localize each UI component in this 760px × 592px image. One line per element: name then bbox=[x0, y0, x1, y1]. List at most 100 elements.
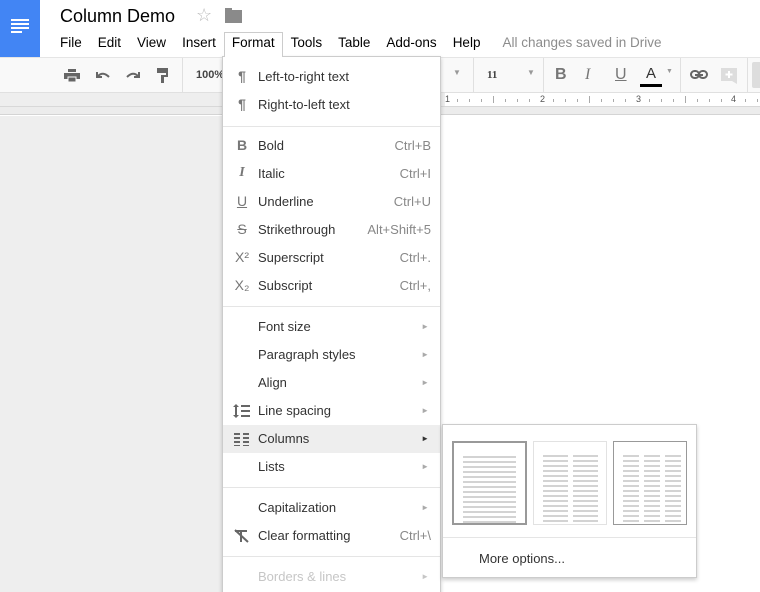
submenu-arrow-icon: ► bbox=[421, 572, 429, 581]
preview-line bbox=[665, 510, 681, 512]
save-status[interactable]: All changes saved in Drive bbox=[488, 32, 661, 56]
ruler-tick bbox=[685, 96, 686, 103]
menu-item-underline[interactable]: U Underline Ctrl+U bbox=[223, 188, 440, 216]
zoom-select[interactable]: 100% bbox=[196, 69, 224, 81]
menu-separator bbox=[223, 556, 440, 557]
menu-add-ons[interactable]: Add-ons bbox=[378, 32, 444, 56]
preview-line bbox=[623, 480, 639, 482]
ruler-tick bbox=[529, 99, 530, 102]
preview-line bbox=[463, 486, 516, 488]
preview-line bbox=[665, 475, 681, 477]
more-toolbar-button[interactable] bbox=[752, 62, 760, 88]
preview-line bbox=[623, 520, 639, 522]
ruler-tick bbox=[505, 99, 506, 102]
font-size-select[interactable]: 11 bbox=[487, 69, 497, 81]
menu-separator bbox=[223, 126, 440, 127]
clear-formatting-icon bbox=[234, 529, 249, 543]
folder-icon[interactable] bbox=[225, 8, 242, 23]
ruler-label: 1 bbox=[445, 94, 451, 104]
strikethrough-icon: S bbox=[237, 221, 247, 237]
bold-icon[interactable]: B bbox=[555, 66, 567, 84]
preview-line bbox=[623, 510, 639, 512]
menu-file[interactable]: File bbox=[52, 32, 90, 56]
one-column-option[interactable] bbox=[452, 441, 527, 525]
preview-line bbox=[623, 500, 639, 502]
menu-item-borders-and-lines: Borders & lines ► bbox=[258, 569, 429, 584]
preview-line bbox=[644, 505, 660, 507]
font-size-dropdown-arrow-icon[interactable]: ▼ bbox=[527, 68, 535, 77]
preview-line bbox=[644, 475, 660, 477]
menu-format[interactable]: Format bbox=[223, 32, 283, 57]
preview-line bbox=[623, 515, 639, 517]
menu-item-line-spacing[interactable]: Line spacing ► bbox=[223, 397, 440, 425]
preview-line bbox=[573, 490, 598, 492]
comment-icon[interactable] bbox=[721, 68, 737, 84]
three-column-option[interactable] bbox=[613, 441, 687, 525]
preview-line bbox=[623, 490, 639, 492]
docs-logo-icon[interactable] bbox=[0, 0, 40, 57]
ruler-tick bbox=[565, 99, 566, 102]
menu-item-strikethrough[interactable]: S Strikethrough Alt+Shift+5 bbox=[223, 216, 440, 244]
print-icon[interactable] bbox=[64, 69, 80, 83]
preview-line bbox=[463, 506, 516, 508]
menu-item-superscript[interactable]: X² Superscript Ctrl+. bbox=[223, 244, 440, 272]
menu-item-subscript[interactable]: X₂ Subscript Ctrl+, bbox=[223, 272, 440, 300]
more-options-button[interactable]: More options... bbox=[479, 551, 565, 566]
menu-item-clear-formatting[interactable]: Clear formatting Ctrl+\ bbox=[223, 522, 440, 550]
menu-view[interactable]: View bbox=[129, 32, 174, 56]
ruler-tick bbox=[757, 99, 758, 102]
document-title[interactable]: Column Demo bbox=[60, 6, 175, 27]
columns-icon bbox=[234, 433, 249, 446]
menu-item-bold[interactable]: B Bold Ctrl+B bbox=[223, 132, 440, 160]
preview-line bbox=[644, 510, 660, 512]
menu-table[interactable]: Table bbox=[330, 32, 378, 56]
menu-item-italic[interactable]: I Italic Ctrl+I bbox=[223, 160, 440, 188]
ruler-label: 4 bbox=[731, 94, 737, 104]
rtl-text-icon: ¶ bbox=[238, 96, 246, 112]
font-dropdown-arrow-icon[interactable]: ▼ bbox=[453, 68, 461, 77]
preview-line bbox=[543, 455, 568, 457]
text-color-arrow-icon[interactable]: ▼ bbox=[666, 68, 673, 75]
italic-icon[interactable]: I bbox=[585, 66, 590, 84]
menubar: File Edit View Insert Format Tools Table… bbox=[52, 32, 662, 57]
menu-insert[interactable]: Insert bbox=[174, 32, 224, 56]
menu-item-font-size[interactable]: Font size ► bbox=[223, 313, 440, 341]
paint-format-icon[interactable] bbox=[157, 68, 169, 84]
menu-separator bbox=[443, 537, 696, 538]
preview-line bbox=[623, 475, 639, 477]
menu-tools[interactable]: Tools bbox=[283, 32, 331, 56]
menu-edit[interactable]: Edit bbox=[90, 32, 129, 56]
menu-item-align[interactable]: Align ► bbox=[223, 369, 440, 397]
redo-icon[interactable] bbox=[125, 70, 141, 80]
menu-help[interactable]: Help bbox=[445, 32, 489, 56]
preview-line bbox=[543, 475, 568, 477]
underline-icon[interactable]: U bbox=[615, 66, 627, 84]
submenu-arrow-icon: ► bbox=[421, 503, 429, 512]
two-column-option[interactable] bbox=[533, 441, 607, 525]
preview-line bbox=[665, 480, 681, 482]
ruler-tick bbox=[553, 99, 554, 102]
preview-line bbox=[463, 501, 516, 503]
preview-line bbox=[543, 505, 568, 507]
preview-line bbox=[623, 455, 639, 457]
menu-item-lists[interactable]: Lists ► bbox=[223, 453, 440, 481]
preview-line bbox=[573, 500, 598, 502]
menu-item-columns[interactable]: Columns ► bbox=[223, 425, 440, 453]
link-icon[interactable] bbox=[690, 70, 708, 80]
text-color-swatch bbox=[640, 84, 662, 87]
menu-item-left-to-right-text[interactable]: ¶ Left-to-right text bbox=[223, 63, 440, 91]
preview-line bbox=[623, 495, 639, 497]
menu-item-right-to-left-text[interactable]: ¶ Right-to-left text bbox=[223, 91, 440, 119]
preview-line bbox=[543, 500, 568, 502]
undo-icon[interactable] bbox=[95, 70, 111, 80]
star-icon[interactable]: ☆ bbox=[196, 5, 212, 26]
columns-submenu: More options... bbox=[442, 424, 697, 578]
preview-line bbox=[665, 495, 681, 497]
menu-item-paragraph-styles[interactable]: Paragraph styles ► bbox=[223, 341, 440, 369]
line-spacing-icon bbox=[233, 404, 250, 418]
menu-item-capitalization[interactable]: Capitalization ► bbox=[223, 494, 440, 522]
preview-line bbox=[543, 515, 568, 517]
text-color-icon[interactable]: A bbox=[646, 65, 656, 82]
preview-line bbox=[543, 510, 568, 512]
toolbar-separator bbox=[747, 58, 748, 93]
